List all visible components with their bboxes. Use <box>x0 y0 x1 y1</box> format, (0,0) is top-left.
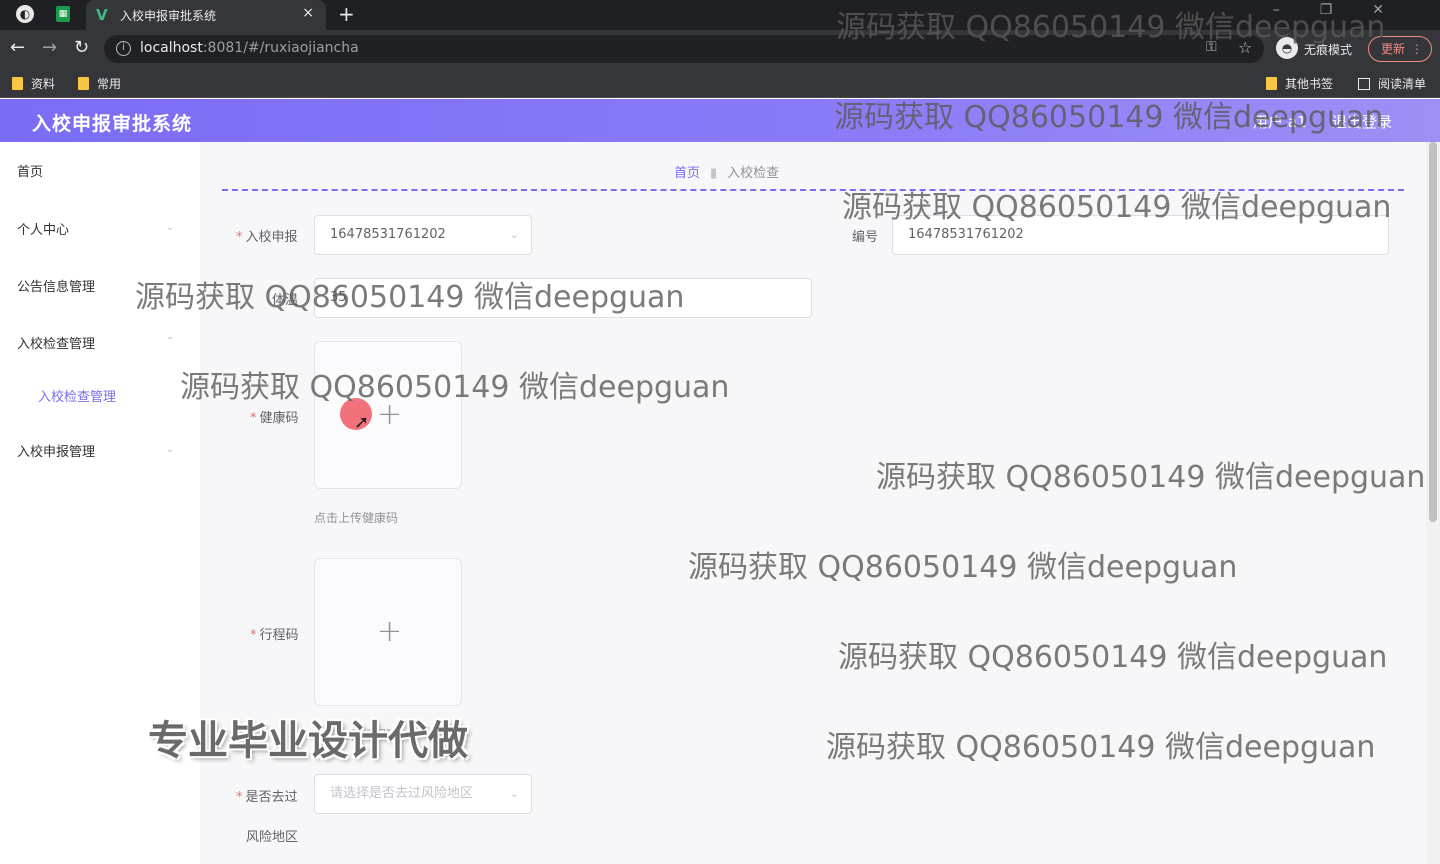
tab-title: 入校申报审批系统 <box>120 9 217 23</box>
tab-close-icon[interactable]: × <box>302 5 314 21</box>
scrollbar-thumb[interactable] <box>1429 142 1437 522</box>
app-title: 入校申报审批系统 <box>32 113 193 135</box>
chevron-down-icon: ⌄ <box>509 228 519 241</box>
address-bar[interactable]: i localhost:8081/#/ruxiaojiancha ⚿ ☆ <box>104 35 1264 63</box>
number-label: 编号 <box>852 230 879 245</box>
chevron-up-icon: ⌃ <box>166 336 175 347</box>
sheet-tab-icon[interactable]: ▦ <box>56 6 70 22</box>
chevron-down-icon: ⌄ <box>166 222 175 233</box>
health-code-tip: 点击上传健康码 <box>314 511 399 525</box>
new-tab-button[interactable]: + <box>338 2 355 26</box>
reading-list[interactable]: 阅读清单 <box>1358 75 1426 92</box>
reload-icon[interactable]: ↻ <box>74 37 89 58</box>
bookmark-star-icon[interactable]: ☆ <box>1238 38 1252 57</box>
folder-icon <box>12 77 23 90</box>
update-label: 更新 <box>1381 42 1406 56</box>
risk-area-select[interactable]: 请选择是否去过风险地区 ⌄ <box>314 774 532 814</box>
browser-toolbar: ← → ↻ i localhost:8081/#/ruxiaojiancha ⚿… <box>0 30 1440 68</box>
bookmark-folder-ziliao[interactable]: 资料 <box>12 75 55 92</box>
trip-code-label: * 行程码 <box>250 628 299 643</box>
watermark-banner: 专业毕业设计代做 <box>148 718 468 764</box>
incognito-icon: ◓ <box>1276 37 1298 59</box>
folder-icon <box>78 77 89 90</box>
sidebar-item-declare[interactable]: 入校申报管理 <box>17 441 95 460</box>
temperature-label: 体温 <box>272 293 299 308</box>
update-button[interactable]: 更新 ⋮ <box>1368 36 1432 62</box>
risk-area-label-2: 风险地区 <box>246 830 299 845</box>
risk-area-label: * 是否去过 <box>236 790 298 805</box>
sidebar-item-check[interactable]: 入校检查管理 <box>17 333 95 352</box>
declare-value: 16478531761202 <box>330 227 446 242</box>
browser-tabstrip: ◐ ▦ V 入校申报审批系统 × + –❐✕ <box>0 0 1440 30</box>
breadcrumb-home[interactable]: 首页 <box>674 166 700 181</box>
sidebar-item-notice[interactable]: 公告信息管理 <box>17 276 95 295</box>
temperature-field[interactable]: 35 <box>314 278 812 318</box>
window-controls[interactable]: –❐✕ <box>1273 2 1424 18</box>
back-arrow-icon[interactable]: ← <box>10 37 25 58</box>
sidebar-subitem-check[interactable]: 入校检查管理 <box>38 386 116 405</box>
plus-icon: + <box>377 614 403 649</box>
reading-list-icon <box>1358 78 1370 90</box>
app-header: 入校申报审批系统 用户 a1 退出登录 <box>0 99 1440 142</box>
number-value: 16478531761202 <box>908 227 1024 242</box>
key-icon[interactable]: ⚿ <box>1206 39 1217 55</box>
temperature-value: 35 <box>330 290 347 305</box>
url-text[interactable]: localhost:8081/#/ruxiaojiancha <box>140 40 359 56</box>
number-field[interactable]: 16478531761202 <box>892 215 1389 255</box>
declare-label: * 入校申报 <box>236 230 298 245</box>
trip-code-uploader[interactable]: + <box>314 558 462 706</box>
divider <box>222 189 1404 191</box>
declare-select[interactable]: 16478531761202 ⌄ <box>314 215 532 255</box>
plus-icon: + <box>377 397 403 432</box>
page-scrollbar[interactable] <box>1426 142 1440 864</box>
chevron-down-icon: ⌄ <box>166 444 175 455</box>
health-code-label: * 健康码 <box>250 411 299 426</box>
chevron-down-icon: ⌄ <box>509 787 519 800</box>
sidebar-item-profile[interactable]: 个人中心 <box>17 219 69 238</box>
current-user: 用户 a1 <box>1253 113 1307 131</box>
mouse-cursor-icon: ➚ <box>354 412 370 433</box>
risk-area-placeholder: 请选择是否去过风险地区 <box>330 786 474 801</box>
folder-icon <box>1266 77 1277 90</box>
logout-link[interactable]: 退出登录 <box>1332 111 1392 132</box>
health-code-uploader[interactable]: + <box>314 341 462 489</box>
incognito-label: 无痕模式 <box>1304 43 1353 57</box>
sidebar-item-home[interactable]: 首页 <box>17 161 43 180</box>
breadcrumb-separator-icon: ▮ <box>710 166 718 181</box>
breadcrumb: 首页 ▮ 入校检查 <box>674 162 779 181</box>
site-info-icon[interactable]: i <box>116 41 131 56</box>
browser-globe-icon[interactable]: ◐ <box>16 5 34 23</box>
bookmarks-bar: 资料 常用 其他书签 阅读清单 <box>0 68 1440 98</box>
chevron-down-icon: ⌄ <box>166 279 175 290</box>
browser-tab-active[interactable]: V 入校申报审批系统 × <box>86 0 326 30</box>
breadcrumb-current: 入校检查 <box>727 166 780 181</box>
other-bookmarks[interactable]: 其他书签 <box>1266 75 1333 92</box>
forward-arrow-icon[interactable]: → <box>42 37 57 58</box>
more-menu-icon[interactable]: ⋮ <box>1411 37 1423 61</box>
bookmark-folder-changyong[interactable]: 常用 <box>78 75 121 92</box>
vue-favicon-icon: V <box>96 6 108 24</box>
